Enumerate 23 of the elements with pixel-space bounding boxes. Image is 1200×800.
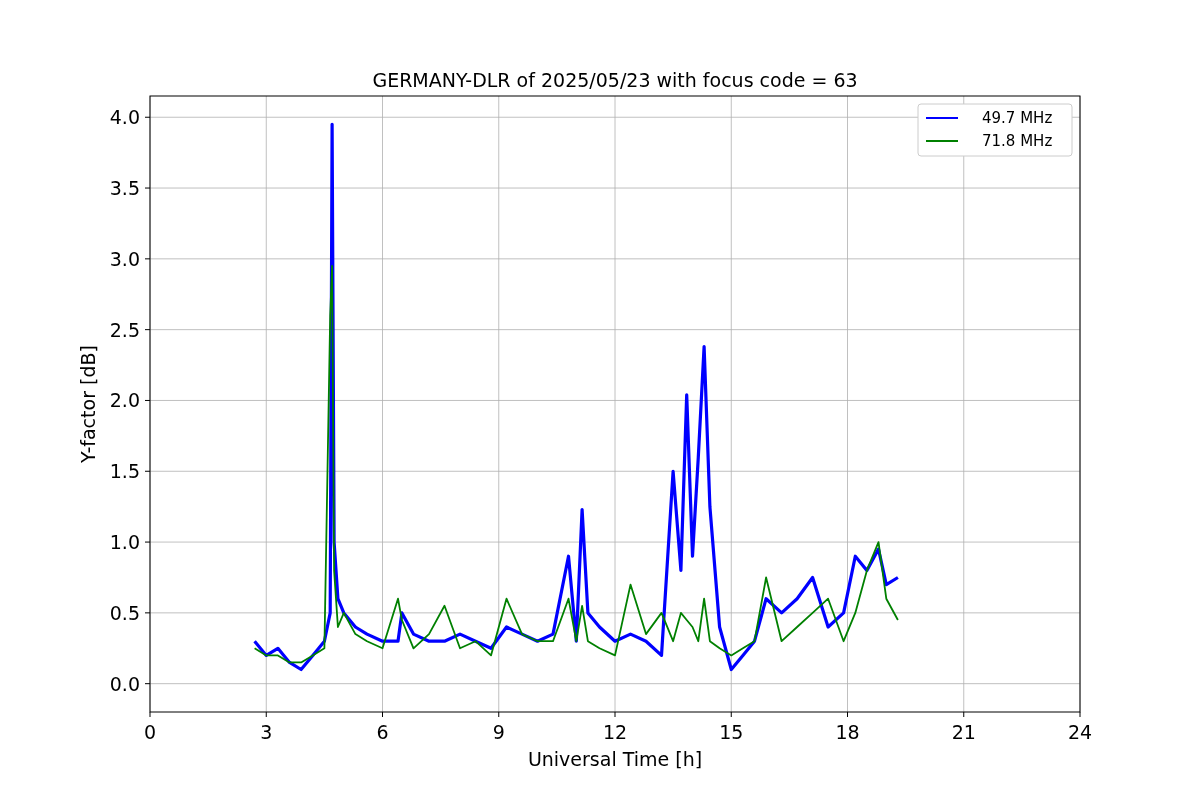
- y-axis-label: Y-factor [dB]: [77, 345, 99, 463]
- legend-label: 71.8 MHz: [982, 132, 1053, 150]
- x-tick-label: 18: [835, 721, 860, 743]
- x-tick-label: 12: [602, 721, 628, 743]
- y-tick-label: 2.5: [109, 318, 140, 341]
- x-axis-label: Universal Time [h]: [527, 748, 703, 770]
- y-tick-label: 3.5: [109, 177, 140, 200]
- x-tick-label: 24: [1067, 721, 1093, 743]
- y-tick-label: 1.5: [109, 460, 140, 483]
- x-tick-label: 3: [260, 721, 273, 743]
- y-tick-label: 3.0: [109, 247, 140, 270]
- y-tick-label: 0.5: [109, 601, 140, 624]
- legend-label: 49.7 MHz: [982, 109, 1053, 127]
- x-tick-label: 9: [492, 721, 505, 743]
- y-tick-label: 4.0: [109, 106, 140, 129]
- x-tick-label: 21: [951, 721, 976, 743]
- x-tick-label: 15: [719, 721, 744, 743]
- x-tick-label: 6: [376, 721, 389, 743]
- y-tick-label: 0.0: [109, 672, 140, 695]
- y-tick-label: 2.0: [109, 389, 140, 412]
- x-tick-label: 0: [143, 721, 157, 743]
- y-tick-label: 1.0: [109, 531, 140, 554]
- chart-title: GERMANY-DLR of 2025/05/23 with focus code = 63: [372, 69, 858, 91]
